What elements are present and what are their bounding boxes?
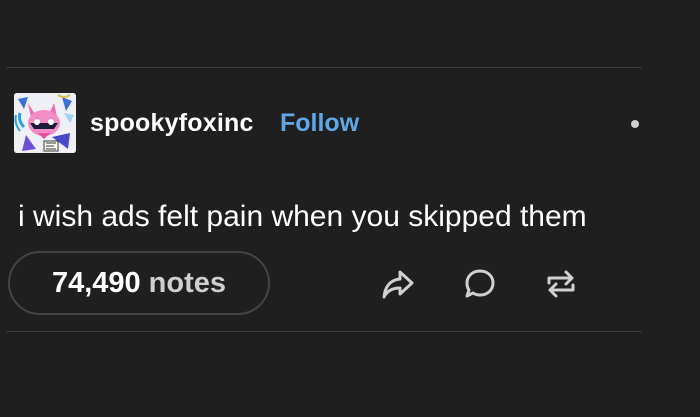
top-divider [6,67,642,68]
share-button[interactable] [380,266,416,302]
share-icon [382,270,414,299]
more-options-icon[interactable] [631,120,639,128]
reblog-icon [547,270,575,298]
reply-button[interactable] [462,266,498,302]
reblog-button[interactable] [543,266,579,302]
username[interactable]: spookyfoxinc [90,107,254,139]
notes-label: notes [148,266,227,299]
notes-count: 74,490 [51,266,141,299]
bottom-divider [6,331,642,332]
notes-button[interactable]: 74,490 notes [8,251,270,315]
fox-character-avatar-icon [14,93,76,153]
avatar[interactable] [14,93,76,153]
follow-button[interactable]: Follow [280,107,359,139]
post-text: i wish ads felt pain when you skipped th… [18,200,587,233]
reply-icon [465,269,495,298]
